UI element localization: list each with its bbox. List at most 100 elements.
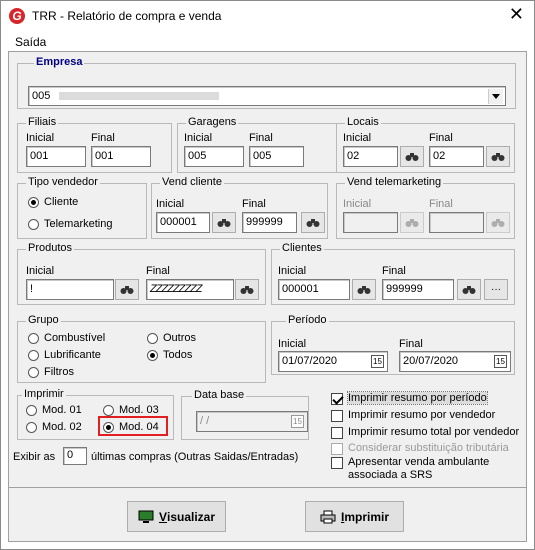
garagens-inicial-input[interactable]: 005 <box>184 146 244 167</box>
dialog-window: G TRR - Relatório de compra e venda ✕ Sa… <box>0 0 535 550</box>
checkbox-box <box>331 427 343 439</box>
check-resumo-vendedor[interactable]: Imprimir resumo por vendedor <box>331 409 495 422</box>
calendar-icon[interactable]: 15 <box>494 355 507 368</box>
produtos-final-label: Final <box>146 265 170 277</box>
binoculars-icon[interactable] <box>486 212 510 233</box>
data-base-label: Data base <box>192 389 247 401</box>
radio-outros[interactable]: Outros <box>147 332 196 344</box>
binoculars-icon[interactable] <box>115 279 139 300</box>
binoculars-icon[interactable] <box>212 212 236 233</box>
filiais-inicial-label: Inicial <box>26 132 55 144</box>
radio-filtros[interactable]: Filtros <box>28 366 74 378</box>
radio-mod-01[interactable]: Mod. 01 <box>26 404 82 416</box>
vend-cliente-final-input[interactable]: 999999 <box>242 212 297 233</box>
check-resumo-periodo[interactable]: Imprimir resumo por período <box>331 391 488 405</box>
radio-todos[interactable]: Todos <box>147 349 192 361</box>
vend-tele-inicial-input[interactable] <box>343 212 398 233</box>
filiais-group: Filiais Inicial Final 001 001 <box>17 116 172 173</box>
clientes-group: Clientes Inicial Final 000001 999999 ··· <box>271 242 515 305</box>
calendar-icon[interactable]: 15 <box>371 355 384 368</box>
clientes-inicial-label: Inicial <box>278 265 307 277</box>
tipo-vendedor-group: Tipo vendedor Cliente Telemarketing <box>17 176 147 239</box>
checkbox-box <box>331 410 343 422</box>
imprimir-group: Imprimir Mod. 01 Mod. 02 Mod. 03 Mod. 04 <box>17 388 174 440</box>
binoculars-icon[interactable] <box>235 279 259 300</box>
garagens-group: Garagens Inicial Final 005 005 <box>177 116 337 173</box>
clientes-final-input[interactable]: 999999 <box>382 279 454 300</box>
garagens-inicial-label: Inicial <box>184 132 213 144</box>
window-title: TRR - Relatório de compra e venda <box>32 9 222 23</box>
close-icon[interactable]: ✕ <box>509 5 524 23</box>
check-venda-ambulante-label2: associada a SRS <box>348 469 433 481</box>
menu-saida[interactable]: Saída <box>15 35 46 49</box>
binoculars-icon[interactable] <box>400 212 424 233</box>
vend-cliente-inicial-label: Inicial <box>156 198 185 210</box>
clientes-inicial-input[interactable]: 000001 <box>278 279 350 300</box>
binoculars-icon[interactable] <box>457 279 481 300</box>
empresa-label: Empresa <box>34 56 85 68</box>
radio-dot <box>103 404 114 416</box>
locais-inicial-label: Inicial <box>343 132 372 144</box>
filiais-inicial-input[interactable]: 001 <box>26 146 86 167</box>
vend-cliente-inicial-input[interactable]: 000001 <box>156 212 210 233</box>
locais-group: Locais Inicial Final 02 02 <box>336 116 515 173</box>
radio-combustivel-label: Combustível <box>44 332 106 344</box>
check-resumo-total-vendedor-label: Imprimir resumo total por vendedor <box>348 426 520 438</box>
periodo-inicial-input[interactable]: 01/07/2020 15 <box>278 351 388 372</box>
radio-dot <box>28 332 39 344</box>
radio-combustivel[interactable]: Combustível <box>28 332 105 344</box>
printer-icon <box>320 510 336 523</box>
binoculars-icon[interactable] <box>400 146 424 167</box>
radio-telemarketing[interactable]: Telemarketing <box>28 218 112 230</box>
imprimir-button[interactable]: Imprimir <box>305 501 404 532</box>
exibir-count-input[interactable]: 0 <box>63 447 87 465</box>
check-substituicao-tributaria[interactable]: Considerar substituição tributária <box>331 442 509 455</box>
radio-mod-03[interactable]: Mod. 03 <box>103 404 159 416</box>
radio-cliente[interactable]: Cliente <box>28 196 78 208</box>
periodo-final-input[interactable]: 20/07/2020 15 <box>399 351 511 372</box>
check-resumo-vendedor-label: Imprimir resumo por vendedor <box>348 409 496 421</box>
visualizar-accel: V <box>158 509 167 524</box>
radio-dot <box>26 421 37 433</box>
vend-tele-final-input[interactable] <box>429 212 484 233</box>
produtos-inicial-input[interactable]: ! <box>26 279 114 300</box>
check-venda-ambulante[interactable]: Apresentar venda ambulante associada a SR… <box>331 456 489 482</box>
binoculars-icon[interactable] <box>486 146 510 167</box>
radio-mod-02-label: Mod. 02 <box>42 421 82 433</box>
check-resumo-total-vendedor[interactable]: Imprimir resumo total por vendedor <box>331 426 519 439</box>
checkbox-box <box>331 457 343 469</box>
check-resumo-periodo-label: Imprimir resumo por período <box>347 391 488 405</box>
produtos-inicial-label: Inicial <box>26 265 55 277</box>
locais-final-input[interactable]: 02 <box>429 146 484 167</box>
periodo-group: Período Inicial Final 01/07/2020 15 20/0… <box>271 314 515 375</box>
more-button[interactable]: ··· <box>484 279 508 300</box>
garagens-final-label: Final <box>249 132 273 144</box>
filiais-final-input[interactable]: 001 <box>91 146 151 167</box>
produtos-final-input[interactable]: ZZZZZZZZZ <box>146 279 234 300</box>
data-base-input[interactable]: / / 15 <box>196 411 308 432</box>
locais-inicial-input[interactable]: 02 <box>343 146 398 167</box>
chevron-down-icon[interactable] <box>488 89 503 104</box>
radio-mod-01-label: Mod. 01 <box>42 404 82 416</box>
visualizar-button[interactable]: Visualizar <box>127 501 226 532</box>
monitor-icon <box>138 510 154 523</box>
empresa-combo[interactable]: 005 <box>28 86 506 106</box>
vend-telemarketing-group: Vend telemarketing Inicial Final <box>336 176 515 239</box>
binoculars-icon[interactable] <box>301 212 325 233</box>
empresa-value: 005 <box>32 90 51 102</box>
calendar-icon[interactable]: 15 <box>291 415 304 428</box>
filiais-final-label: Final <box>91 132 115 144</box>
garagens-label: Garagens <box>186 116 239 128</box>
tipo-vendedor-label: Tipo vendedor <box>26 176 100 188</box>
title-bar: G TRR - Relatório de compra e venda ✕ <box>1 1 534 31</box>
radio-lubrificante[interactable]: Lubrificante <box>28 349 101 361</box>
radio-dot <box>147 332 158 344</box>
binoculars-icon[interactable] <box>352 279 376 300</box>
periodo-inicial-value: 01/07/2020 <box>282 355 338 367</box>
check-substituicao-tributaria-label: Considerar substituição tributária <box>348 442 509 454</box>
vend-cliente-group: Vend cliente Inicial Final 000001 999999 <box>151 176 328 239</box>
form-area: Empresa 005 Filiais Inicial Final 001 00… <box>8 51 527 542</box>
garagens-final-input[interactable]: 005 <box>249 146 304 167</box>
radio-mod-02[interactable]: Mod. 02 <box>26 421 82 433</box>
radio-cliente-label: Cliente <box>44 196 79 208</box>
